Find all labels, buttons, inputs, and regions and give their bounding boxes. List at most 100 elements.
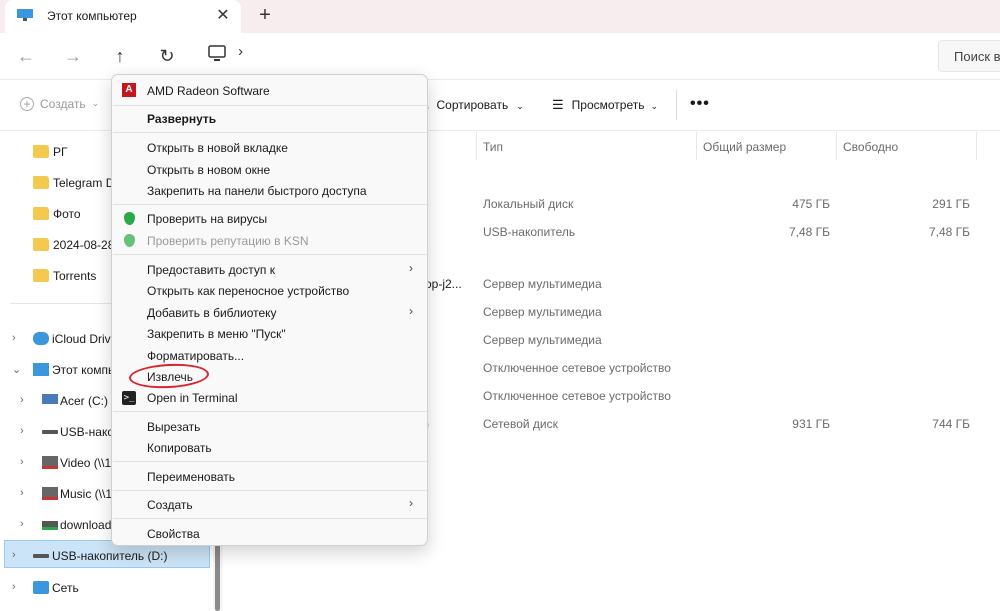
- column-header-free[interactable]: Свободно: [843, 140, 898, 154]
- cell-type: Сервер мультимедиа: [483, 333, 602, 347]
- amd-radeon-icon: A: [122, 83, 136, 97]
- cell-free: 744 ГБ: [932, 417, 970, 431]
- menu-item-open-new-window[interactable]: Открыть в новом окне: [147, 163, 270, 177]
- chevron-down-icon[interactable]: ⌄: [12, 363, 21, 376]
- sidebar-item-usb-d[interactable]: › USB-накопитель (D:): [12, 543, 208, 571]
- cell-type: Сервер мультимедиа: [483, 277, 602, 291]
- cell-type: USB-накопитель: [483, 225, 576, 239]
- network-icon: [33, 581, 49, 594]
- computer-icon[interactable]: [207, 45, 227, 63]
- sidebar-item-label: download: [60, 518, 112, 532]
- cell-free: 291 ГБ: [932, 197, 970, 211]
- menu-item-rename[interactable]: Переименовать: [147, 470, 235, 484]
- chevron-right-icon[interactable]: ›: [20, 456, 24, 468]
- chevron-right-icon[interactable]: ›: [12, 581, 16, 593]
- menu-item-add-library[interactable]: Добавить в библиотеку: [147, 306, 277, 320]
- usb-drive-icon: [42, 430, 58, 434]
- menu-separator: [113, 411, 427, 412]
- menu-separator: [113, 105, 427, 106]
- list-view-icon: ☰: [552, 97, 564, 112]
- menu-item-scan-virus[interactable]: Проверить на вирусы: [147, 212, 267, 226]
- folder-icon: [33, 238, 49, 251]
- menu-item-open-terminal[interactable]: Open in Terminal: [147, 391, 238, 405]
- menu-item-cut[interactable]: Вырезать: [147, 420, 200, 434]
- menu-item-share[interactable]: Предоставить доступ к: [147, 263, 275, 277]
- sidebar-item-label: USB-нако: [60, 425, 115, 439]
- tab-this-pc[interactable]: Этот компьютер ✕: [5, 0, 241, 33]
- folder-icon: [33, 145, 49, 158]
- menu-item-expand[interactable]: Развернуть: [147, 112, 216, 126]
- folder-icon: [33, 269, 49, 282]
- column-header-total[interactable]: Общий размер: [703, 140, 786, 154]
- monitor-icon: [33, 363, 49, 376]
- sidebar-item-label: 2024-08-28: [53, 238, 115, 252]
- sidebar-item-label: iCloud Drive: [52, 332, 118, 346]
- cell-total: 475 ГБ: [792, 197, 830, 211]
- menu-item-check-ksn: Проверить репутацию в KSN: [147, 234, 309, 248]
- sidebar-item-label: Torrents: [53, 269, 97, 283]
- back-arrow-icon[interactable]: ←: [14, 44, 38, 68]
- menu-separator: [113, 490, 427, 491]
- submenu-arrow-icon: ›: [409, 261, 413, 275]
- usb-drive-icon: [33, 554, 49, 558]
- menu-item-copy[interactable]: Копировать: [147, 441, 212, 455]
- forward-arrow-icon[interactable]: →: [61, 44, 85, 68]
- menu-item-pin-start[interactable]: Закрепить в меню "Пуск": [147, 327, 286, 341]
- column-divider[interactable]: [476, 132, 477, 160]
- refresh-icon[interactable]: ↻: [155, 44, 179, 68]
- close-icon[interactable]: ✕: [214, 7, 232, 25]
- new-tab-button[interactable]: +: [255, 5, 275, 26]
- folder-icon: [33, 207, 49, 220]
- chevron-right-icon[interactable]: ›: [20, 487, 24, 499]
- search-input[interactable]: Поиск в: [938, 40, 1000, 72]
- kaspersky-shield-icon: [124, 234, 135, 247]
- navigation-bar: [0, 33, 1000, 79]
- chevron-down-icon: ⌄: [91, 98, 100, 109]
- menu-item-pin-quick-access[interactable]: Закрепить на панели быстрого доступа: [147, 184, 367, 198]
- network-drive-icon: [42, 521, 58, 530]
- chevron-down-icon: ⌄: [516, 101, 524, 111]
- view-label: Просмотреть: [571, 98, 645, 112]
- breadcrumb-chevron-icon[interactable]: ›: [238, 43, 243, 60]
- menu-item-properties[interactable]: Свойства: [147, 527, 200, 541]
- chevron-right-icon[interactable]: ›: [20, 518, 24, 530]
- up-arrow-icon[interactable]: ↑: [108, 44, 132, 68]
- column-header-type[interactable]: Тип: [483, 140, 503, 154]
- cloud-icon: [33, 332, 49, 345]
- view-button[interactable]: ☰ Просмотреть ⌄: [552, 97, 658, 113]
- tab-title: Этот компьютер: [47, 9, 137, 23]
- chevron-right-icon[interactable]: ›: [12, 549, 16, 561]
- menu-separator: [113, 254, 427, 255]
- column-divider[interactable]: [696, 132, 697, 160]
- kaspersky-shield-icon: [124, 212, 135, 225]
- sidebar-item-label: USB-накопитель (D:): [52, 549, 168, 563]
- chevron-right-icon[interactable]: ›: [12, 332, 16, 344]
- column-divider[interactable]: [976, 132, 977, 160]
- column-divider[interactable]: [836, 132, 837, 160]
- more-options-button[interactable]: •••: [690, 95, 710, 113]
- sidebar-item-label: PГ: [53, 145, 68, 159]
- chevron-right-icon[interactable]: ›: [20, 425, 24, 437]
- cell-total: 931 ГБ: [792, 417, 830, 431]
- network-drive-disconnected-icon: [42, 487, 58, 500]
- cell-type: Локальный диск: [483, 197, 574, 211]
- menu-item-open-portable[interactable]: Открыть как переносное устройство: [147, 284, 349, 298]
- sort-label: Сортировать: [436, 98, 509, 112]
- cell-type: Отключенное сетевое устройство: [483, 389, 671, 403]
- create-label: Создать: [40, 96, 86, 111]
- menu-item-open-new-tab[interactable]: Открыть в новой вкладке: [147, 141, 288, 155]
- chevron-down-icon: ⌄: [650, 101, 659, 111]
- create-button[interactable]: + Создать ⌄: [20, 96, 99, 111]
- sidebar-item-network[interactable]: › Сеть: [12, 575, 212, 603]
- chevron-right-icon[interactable]: ›: [20, 394, 24, 406]
- menu-item-create[interactable]: Создать: [147, 498, 193, 512]
- menu-item-amd-radeon[interactable]: AMD Radeon Software: [147, 84, 270, 98]
- plus-circle-icon: +: [20, 96, 34, 111]
- network-drive-disconnected-icon: [42, 456, 58, 469]
- sort-button[interactable]: ↓Сортировать⌄: [424, 97, 524, 112]
- submenu-arrow-icon: ›: [409, 304, 413, 318]
- sidebar-item-label: Acer (C:): [60, 394, 108, 408]
- monitor-icon: [17, 9, 33, 21]
- menu-separator: [113, 132, 427, 133]
- menu-item-format[interactable]: Форматировать...: [147, 349, 244, 363]
